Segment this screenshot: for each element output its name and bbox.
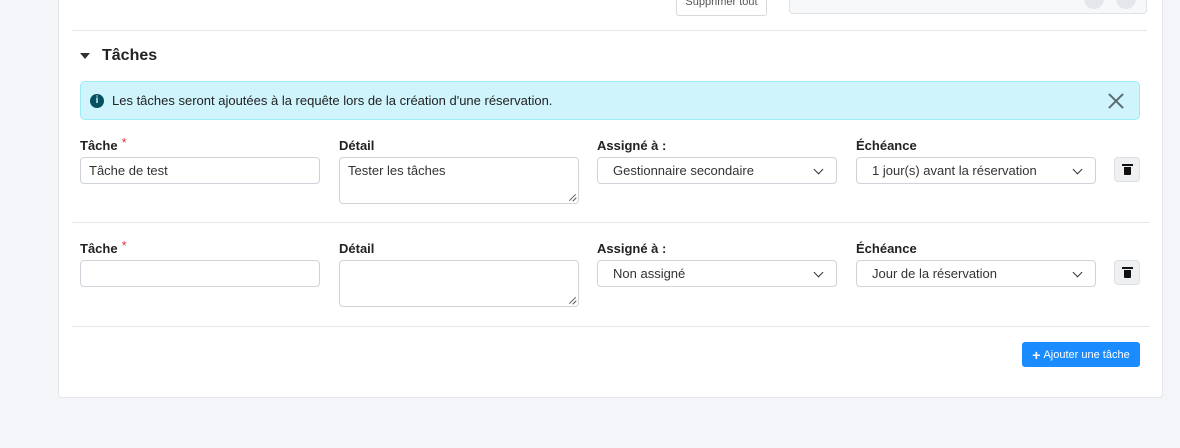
add-task-label: Ajouter une tâche	[1043, 348, 1130, 361]
chevron-down-icon	[1072, 267, 1083, 278]
detail-textarea[interactable]: Tester les tâches	[339, 157, 579, 204]
task-input[interactable]	[80, 260, 320, 287]
due-select[interactable]: 1 jour(s) avant la réservation	[856, 157, 1096, 184]
trash-icon	[1122, 267, 1133, 278]
resize-handle-icon[interactable]	[568, 296, 576, 304]
resize-handle-icon[interactable]	[568, 193, 576, 201]
section-header[interactable]: Tâches	[80, 47, 157, 65]
close-icon[interactable]	[1107, 92, 1125, 110]
assigned-select[interactable]: Non assigné	[597, 260, 837, 287]
detail-text: Tester les tâches	[348, 163, 446, 178]
assigned-value: Non assigné	[613, 266, 686, 281]
plus-icon: +	[1032, 346, 1041, 363]
due-value: 1 jour(s) avant la réservation	[872, 163, 1037, 178]
due-select[interactable]: Jour de la réservation	[856, 260, 1096, 287]
due-label: Échéance	[856, 138, 917, 153]
detail-textarea[interactable]	[339, 260, 579, 307]
divider	[72, 326, 1150, 327]
task-label: Tâche *	[80, 238, 127, 256]
info-alert: i Les tâches seront ajoutées à la requêt…	[80, 81, 1140, 120]
top-field[interactable]	[789, 0, 1147, 14]
assigned-label: Assigné à :	[597, 241, 667, 256]
tasks-card	[58, 0, 1163, 398]
divider	[72, 222, 1150, 223]
delete-task-button[interactable]	[1114, 157, 1140, 182]
add-task-button[interactable]: + Ajouter une tâche	[1022, 342, 1140, 367]
task-input[interactable]: Tâche de test	[80, 157, 320, 184]
due-label: Échéance	[856, 241, 917, 256]
chevron-down-icon	[813, 164, 824, 175]
divider	[72, 30, 1147, 31]
detail-label: Détail	[339, 138, 375, 153]
delete-task-button[interactable]	[1114, 260, 1140, 285]
required-mark: *	[121, 135, 127, 150]
required-mark: *	[121, 238, 127, 253]
due-value: Jour de la réservation	[872, 266, 998, 281]
chevron-down-icon	[1072, 164, 1083, 175]
info-icon: i	[90, 93, 104, 108]
detail-label: Détail	[339, 241, 375, 256]
assigned-value: Gestionnaire secondaire	[613, 163, 754, 178]
alert-text: Les tâches seront ajoutées à la requête …	[112, 93, 553, 108]
assigned-label: Assigné à :	[597, 138, 667, 153]
task-label: Tâche *	[80, 135, 127, 153]
delete-all-button[interactable]: Supprimer tout	[676, 0, 767, 16]
field-icon[interactable]	[1116, 0, 1136, 9]
trash-icon	[1122, 164, 1133, 175]
section-title: Tâches	[102, 47, 158, 64]
field-icon[interactable]	[1084, 0, 1104, 9]
assigned-select[interactable]: Gestionnaire secondaire	[597, 157, 837, 184]
chevron-down-icon	[813, 267, 824, 278]
caret-down-icon[interactable]	[80, 53, 90, 59]
